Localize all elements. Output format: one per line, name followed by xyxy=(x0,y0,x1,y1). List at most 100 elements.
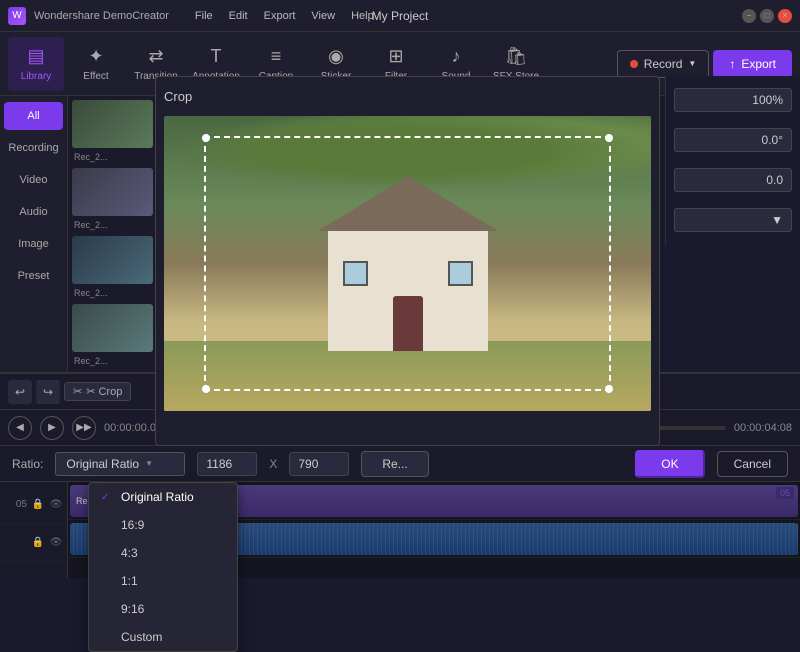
eye-icon-2[interactable]: 👁 xyxy=(49,536,63,550)
width-input[interactable] xyxy=(197,452,257,476)
crop-tag-label: ✂ Crop xyxy=(86,385,122,398)
media-label-3: Rec_2... xyxy=(72,288,153,298)
next-frame-button[interactable]: ▶▶ xyxy=(72,416,96,440)
sidebar-item-video[interactable]: Video xyxy=(4,166,63,194)
caption-icon: ≡ xyxy=(271,46,282,67)
sidebar-item-image[interactable]: Image xyxy=(4,230,63,258)
ratio-menu-9-16-label: 9:16 xyxy=(121,602,144,616)
tool-effect-label: Effect xyxy=(83,71,108,82)
ratio-menu-item-16-9[interactable]: 16:9 xyxy=(89,511,237,539)
sidebar-item-recording[interactable]: Recording xyxy=(4,134,63,162)
media-thumbnail-4[interactable] xyxy=(72,304,153,352)
rotation-value[interactable]: 0.0° xyxy=(674,128,792,152)
lock-icon-2[interactable]: 🔒 xyxy=(31,536,45,550)
sidebar-item-all[interactable]: All xyxy=(4,102,63,130)
properties-panel: 100% 0.0° 0.0 ▼ xyxy=(665,76,800,244)
prev-frame-button[interactable]: ◀ xyxy=(8,416,32,440)
redo-button[interactable]: ↪ xyxy=(36,380,60,404)
crop-canvas[interactable] xyxy=(164,116,651,411)
ratio-dropdown[interactable]: Original Ratio ▼ xyxy=(55,452,185,476)
house-graphic xyxy=(328,231,488,351)
zoom-value[interactable]: 100% xyxy=(674,88,792,112)
height-input[interactable] xyxy=(289,452,349,476)
menu-export[interactable]: Export xyxy=(258,8,302,24)
record-button[interactable]: Record ▼ xyxy=(617,50,710,78)
library-icon: ▤ xyxy=(27,46,44,67)
current-time: 00:00:00.00 xyxy=(104,422,162,434)
transition-icon: ⇄ xyxy=(148,46,163,67)
crop-dialog: Crop xyxy=(155,76,660,446)
menu-edit[interactable]: Edit xyxy=(223,8,254,24)
close-button[interactable]: ✕ xyxy=(778,9,792,23)
sidebar-item-preset[interactable]: Preset xyxy=(4,262,63,290)
annotation-icon: T xyxy=(211,46,222,67)
prop-dropdown[interactable]: ▼ xyxy=(674,208,792,232)
window-controls: − □ ✕ xyxy=(742,9,792,23)
ratio-menu-item-original[interactable]: ✓ Original Ratio xyxy=(89,483,237,511)
tool-effect[interactable]: ✦ Effect xyxy=(68,37,124,91)
record-chevron-icon: ▼ xyxy=(688,59,696,68)
crop-dialog-title: Crop xyxy=(164,85,651,108)
reset-button[interactable]: Re... xyxy=(361,451,428,477)
undo-button[interactable]: ↩ xyxy=(8,380,32,404)
ratio-menu-16-9-label: 16:9 xyxy=(121,518,144,532)
house-roof xyxy=(318,176,498,231)
ratio-menu-original-label: Original Ratio xyxy=(121,490,194,504)
ratio-menu-custom-label: Custom xyxy=(121,630,162,644)
sticker-icon: ◉ xyxy=(328,46,344,67)
app-name: Wondershare DemoCreator xyxy=(34,10,169,22)
ratio-menu-item-custom[interactable]: Custom xyxy=(89,623,237,651)
total-time: 00:00:04:08 xyxy=(734,422,792,434)
filter-icon: ⊞ xyxy=(388,46,403,67)
play-button[interactable]: ▶ xyxy=(40,416,64,440)
tool-library-label: Library xyxy=(21,71,52,82)
house-door xyxy=(393,296,423,351)
scissors-icon: ✂ xyxy=(73,385,82,398)
title-bar-left: W Wondershare DemoCreator File Edit Expo… xyxy=(8,7,380,25)
track-number-1: 05 xyxy=(16,499,27,510)
menu-bar: File Edit Export View Help xyxy=(189,8,380,24)
minimize-button[interactable]: − xyxy=(742,9,756,23)
media-label-2: Rec_2... xyxy=(72,220,153,230)
ratio-menu-item-1-1[interactable]: 1:1 xyxy=(89,567,237,595)
media-thumbnail-1[interactable] xyxy=(72,100,153,148)
track-label-2: 🔒 👁 xyxy=(0,524,67,562)
export-button[interactable]: ↑ Export xyxy=(713,50,792,78)
ratio-label: Ratio: xyxy=(12,457,43,471)
house-window-left xyxy=(343,261,368,286)
sfx-icon: 🛍 xyxy=(505,46,528,67)
crop-tag[interactable]: ✂ ✂ Crop xyxy=(64,382,131,401)
track-label-1: 05 🔒 👁 xyxy=(0,486,67,524)
ratio-menu-item-4-3[interactable]: 4:3 xyxy=(89,539,237,567)
lock-icon-1[interactable]: 🔒 xyxy=(31,498,45,512)
title-bar: W Wondershare DemoCreator File Edit Expo… xyxy=(0,0,800,32)
project-title: My Project xyxy=(372,9,429,23)
maximize-button[interactable]: □ xyxy=(760,9,774,23)
sidebar-item-audio[interactable]: Audio xyxy=(4,198,63,226)
eye-icon-1[interactable]: 👁 xyxy=(49,498,63,512)
track-labels: 05 🔒 👁 🔒 👁 xyxy=(0,482,68,578)
export-label: Export xyxy=(741,57,776,71)
sound-icon: ♪ xyxy=(452,46,461,67)
ok-button[interactable]: OK xyxy=(635,450,704,478)
ratio-bar: Ratio: Original Ratio ▼ X Re... OK Cance… xyxy=(0,446,800,482)
cancel-button[interactable]: Cancel xyxy=(717,451,788,477)
media-thumbnail-3[interactable] xyxy=(72,236,153,284)
media-panel: Rec_2... Rec_2... Rec_2... Rec_2... xyxy=(68,96,158,372)
effect-icon: ✦ xyxy=(88,46,103,67)
house-body xyxy=(328,231,488,351)
extra-value[interactable]: 0.0 xyxy=(674,168,792,192)
media-thumbnail-2[interactable] xyxy=(72,168,153,216)
check-icon: ✓ xyxy=(101,492,113,503)
ratio-menu-4-3-label: 4:3 xyxy=(121,546,138,560)
menu-file[interactable]: File xyxy=(189,8,219,24)
media-label-1: Rec_2... xyxy=(72,152,153,162)
ratio-menu-1-1-label: 1:1 xyxy=(121,574,138,588)
tool-library[interactable]: ▤ Library xyxy=(8,37,64,91)
clip-1-number: 05 xyxy=(776,487,794,499)
ratio-menu-item-9-16[interactable]: 9:16 xyxy=(89,595,237,623)
app-icon: W xyxy=(8,7,26,25)
ratio-x-separator: X xyxy=(269,457,277,471)
sidebar: All Recording Video Audio Image Preset xyxy=(0,96,68,372)
menu-view[interactable]: View xyxy=(305,8,341,24)
